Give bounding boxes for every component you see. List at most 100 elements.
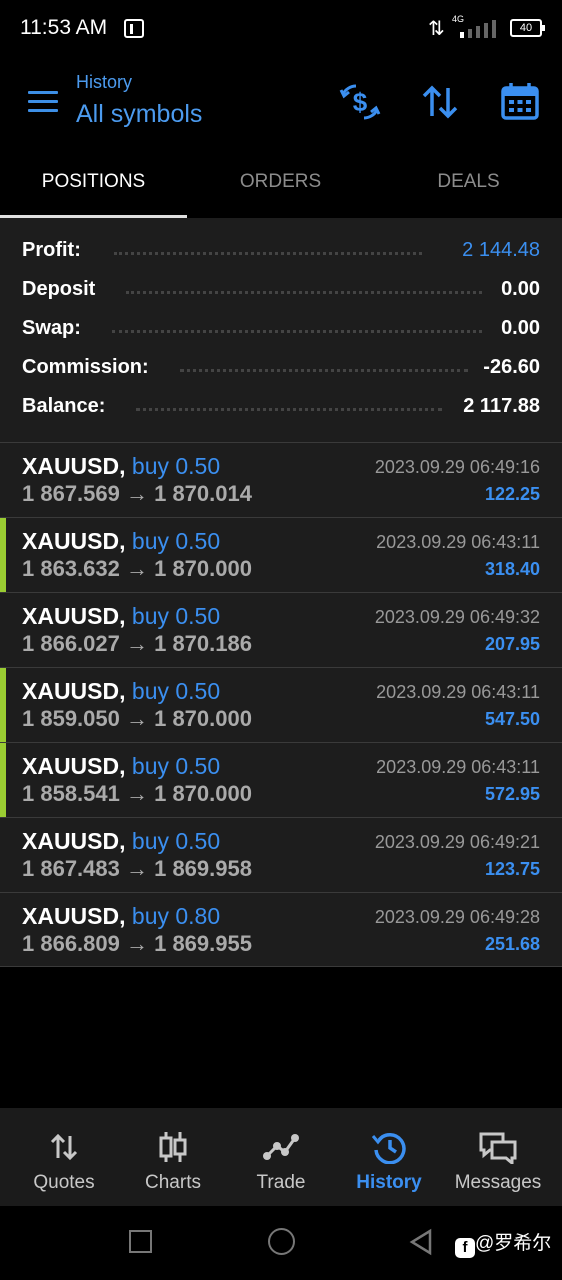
sort-icon — [422, 85, 458, 119]
position-prices: 1 867.483 → 1 869.958 — [22, 856, 252, 881]
watermark: f @罗希尔 — [455, 1228, 551, 1258]
position-prices: 1 858.541 → 1 870.000 — [22, 781, 252, 806]
profit-value: 2 144.48 — [462, 239, 540, 261]
deposit-label: Deposit — [22, 278, 96, 301]
svg-text:$: $ — [353, 87, 368, 117]
position-profit: 572.95 — [484, 784, 540, 804]
nav-trade-label: Trade — [256, 1172, 306, 1193]
position-symbol: XAUUSD, buy 0.50 — [22, 603, 221, 629]
summary-balance-row: Balance: 2 117.88 — [22, 388, 540, 427]
commission-label: Commission: — [22, 356, 149, 379]
watermark-logo-icon: f — [455, 1238, 475, 1258]
position-highlight-marker — [0, 743, 6, 817]
position-direction: buy 0.50 — [131, 678, 221, 704]
position-direction: buy 0.50 — [131, 753, 221, 779]
position-symbol: XAUUSD, buy 0.50 — [22, 753, 221, 779]
summary-deposit-row: Deposit 0.00 — [22, 271, 540, 310]
position-profit: 207.95 — [484, 634, 540, 654]
tab-positions[interactable]: POSITIONS — [0, 150, 187, 218]
calendar-icon — [501, 83, 539, 120]
position-row[interactable]: XAUUSD, buy 0.80 1 866.809 → 1 869.955 2… — [0, 892, 562, 967]
system-navigation-bar: f @罗希尔 — [0, 1206, 562, 1280]
position-highlight-marker — [0, 518, 6, 592]
balance-label: Balance: — [22, 395, 106, 418]
position-direction: buy 0.50 — [131, 528, 221, 554]
summary-swap-row: Swap: 0.00 — [22, 310, 540, 349]
currency-exchange-icon: $ — [339, 84, 381, 120]
position-time: 2023.09.29 06:49:16 — [374, 457, 540, 477]
nav-quotes[interactable]: Quotes — [8, 1108, 120, 1206]
trade-icon — [263, 1134, 299, 1160]
positions-list: XAUUSD, buy 0.50 1 867.569 → 1 870.014 2… — [0, 442, 562, 967]
calendar-button[interactable] — [498, 80, 542, 124]
position-row[interactable]: XAUUSD, buy 0.50 1 863.632 → 1 870.000 2… — [0, 517, 562, 592]
back-button[interactable] — [408, 1228, 434, 1256]
position-symbol: XAUUSD, buy 0.80 — [22, 903, 221, 929]
currency-exchange-button[interactable]: $ — [338, 80, 382, 124]
nav-charts-label: Charts — [145, 1172, 201, 1193]
position-profit: 123.75 — [484, 859, 540, 879]
position-prices: 1 867.569 → 1 870.014 — [22, 481, 252, 506]
position-direction: buy 0.50 — [131, 828, 221, 854]
swap-value: 0.00 — [501, 317, 540, 339]
recent-apps-button[interactable] — [129, 1230, 152, 1253]
commission-value: -26.60 — [483, 356, 540, 378]
header-title[interactable]: All symbols — [76, 100, 202, 129]
nav-charts[interactable]: Charts — [117, 1108, 229, 1206]
position-symbol: XAUUSD, buy 0.50 — [22, 828, 221, 854]
position-symbol: XAUUSD, buy 0.50 — [22, 453, 221, 479]
position-row[interactable]: XAUUSD, buy 0.50 1 867.483 → 1 869.958 2… — [0, 817, 562, 892]
position-time: 2023.09.29 06:49:28 — [374, 907, 540, 927]
status-time: 11:53 AM — [20, 16, 108, 39]
position-time: 2023.09.29 06:43:11 — [376, 757, 540, 777]
position-profit: 547.50 — [484, 709, 540, 729]
history-icon — [371, 1132, 406, 1164]
position-profit: 122.25 — [484, 484, 540, 504]
position-prices: 1 866.809 → 1 869.955 — [22, 931, 252, 956]
position-row[interactable]: XAUUSD, buy 0.50 1 866.027 → 1 870.186 2… — [0, 592, 562, 667]
quotes-icon — [50, 1133, 78, 1161]
charts-icon — [159, 1132, 187, 1162]
position-row[interactable]: XAUUSD, buy 0.50 1 858.541 → 1 870.000 2… — [0, 742, 562, 817]
nav-trade[interactable]: Trade — [225, 1108, 337, 1206]
header-subtitle: History — [76, 72, 133, 92]
home-button[interactable] — [268, 1228, 295, 1255]
position-row[interactable]: XAUUSD, buy 0.50 1 867.569 → 1 870.014 2… — [0, 442, 562, 517]
profit-label: Profit: — [22, 239, 81, 262]
position-direction: buy 0.80 — [131, 903, 221, 929]
position-symbol: XAUUSD, buy 0.50 — [22, 678, 221, 704]
nav-history-label: History — [356, 1172, 422, 1193]
summary-panel: Profit: 2 144.48 Deposit 0.00 Swap: 0.00… — [0, 218, 562, 442]
position-time: 2023.09.29 06:49:32 — [374, 607, 540, 627]
menu-icon[interactable] — [28, 91, 58, 113]
position-prices: 1 866.027 → 1 870.186 — [22, 631, 252, 656]
position-direction: buy 0.50 — [131, 603, 221, 629]
battery-icon: 40 — [510, 19, 545, 37]
position-profit: 318.40 — [484, 559, 540, 579]
balance-value: 2 117.88 — [463, 395, 540, 417]
nav-messages[interactable]: Messages — [442, 1108, 554, 1206]
history-tabs: POSITIONS ORDERS DEALS — [0, 150, 562, 218]
tab-deals[interactable]: DEALS — [375, 150, 562, 218]
app-header: History All symbols $ — [0, 58, 562, 150]
nav-quotes-label: Quotes — [33, 1172, 95, 1193]
data-transfer-icon: ⇅ — [428, 18, 445, 40]
swap-label: Swap: — [22, 317, 81, 340]
position-row[interactable]: XAUUSD, buy 0.50 1 859.050 → 1 870.000 2… — [0, 667, 562, 742]
position-time: 2023.09.29 06:43:11 — [376, 682, 540, 702]
position-prices: 1 859.050 → 1 870.000 — [22, 706, 252, 731]
position-time: 2023.09.29 06:43:11 — [376, 532, 540, 552]
tab-orders[interactable]: ORDERS — [187, 150, 374, 218]
nav-history[interactable]: History — [333, 1108, 445, 1206]
position-symbol: XAUUSD, buy 0.50 — [22, 528, 221, 554]
messages-icon — [479, 1132, 517, 1164]
nav-messages-label: Messages — [454, 1172, 542, 1193]
summary-profit-row: Profit: 2 144.48 — [22, 232, 540, 271]
bottom-navigation: Quotes Charts Trade History Messages — [0, 1108, 562, 1206]
position-time: 2023.09.29 06:49:21 — [374, 832, 540, 852]
deposit-value: 0.00 — [501, 278, 540, 300]
summary-commission-row: Commission: -26.60 — [22, 349, 540, 388]
sort-button[interactable] — [418, 80, 462, 124]
position-highlight-marker — [0, 668, 6, 742]
notification-app-icon — [124, 19, 144, 38]
